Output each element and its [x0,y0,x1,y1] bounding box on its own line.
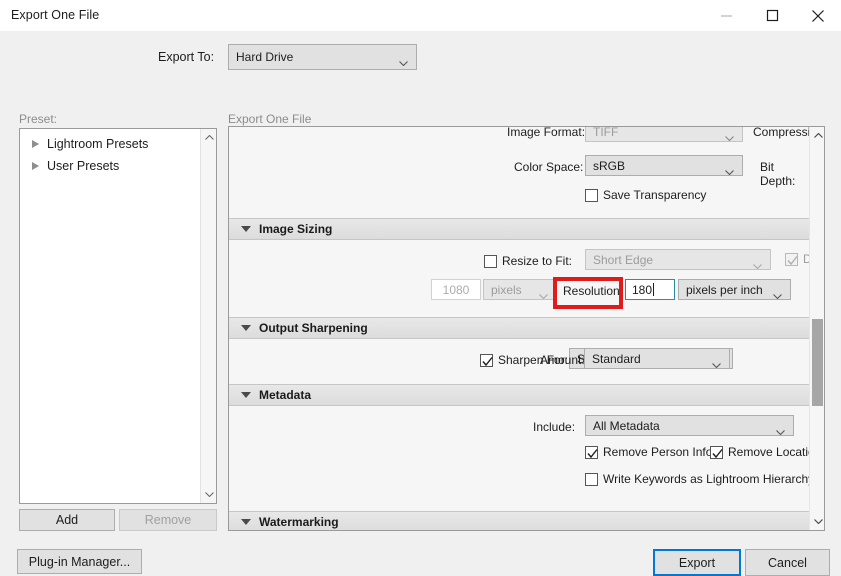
expand-triangle-icon[interactable] [32,162,39,170]
scroll-up-icon[interactable] [201,129,217,146]
checkbox-icon [785,252,798,266]
scroll-down-icon[interactable] [810,513,824,530]
checkbox-icon [585,445,598,459]
chevron-down-icon [725,130,734,141]
remove-person-info-checkbox[interactable]: Remove Person Info [585,445,712,459]
amount-label: Amount: [540,353,585,367]
include-value: All Metadata [593,418,660,433]
minimize-icon [720,9,733,22]
resolution-label: Resolution: [563,284,624,298]
include-dropdown[interactable]: All Metadata [585,415,794,436]
resolution-input[interactable]: 180 [625,279,675,300]
export-dialog: Export To: Hard Drive Preset: Lightroom … [0,31,841,576]
remove-location-info-checkbox[interactable]: Remove Location Info [710,445,824,459]
color-space-label: Color Space: [514,160,584,174]
preset-list[interactable]: Lightroom Presets User Presets [19,128,217,504]
color-space-value: sRGB [593,158,626,173]
size-input[interactable]: 1080 [431,279,481,300]
chevron-down-icon [773,288,782,299]
window-title: Export One File [11,8,100,22]
export-to-value: Hard Drive [236,50,294,64]
image-format-label: Image Format: [507,126,586,139]
panel-caption: Export One File [228,112,312,126]
section-title: Metadata [259,388,312,402]
preset-item-label: User Presets [47,159,120,173]
export-to-dropdown[interactable]: Hard Drive [228,44,417,70]
chevron-down-icon [776,424,785,435]
minimize-button[interactable] [703,0,749,31]
save-transparency-label: Save Transparency [603,188,707,202]
maximize-icon [766,9,779,22]
checkbox-icon [484,254,497,268]
section-title: Watermarking [259,515,339,529]
amount-dropdown[interactable]: Standard [584,348,730,369]
preset-item-label: Lightroom Presets [47,137,149,151]
scroll-down-icon[interactable] [201,486,217,503]
remove-person-info-label: Remove Person Info [603,445,713,459]
bit-depth-label: Bit Depth: [760,160,796,188]
resize-to-fit-checkbox[interactable]: Resize to Fit: [484,254,572,268]
image-format-value: TIFF [593,126,619,139]
amount-value: Standard [592,351,641,366]
checkbox-icon [585,472,598,486]
image-format-dropdown[interactable]: TIFF [585,126,743,142]
resize-to-fit-label: Resize to Fit: [502,254,573,268]
resolution-unit-dropdown[interactable]: pixels per inch [678,279,791,300]
export-settings-scroll-content: Image Format: TIFF Compression: None Col… [229,126,824,530]
window-controls [703,0,841,31]
close-icon [811,9,825,23]
plugin-manager-button[interactable]: Plug-in Manager... [17,549,142,574]
text-caret [653,283,655,296]
size-unit-dropdown[interactable]: pixels [483,279,557,300]
section-header-output-sharpening[interactable]: Output Sharpening [229,317,810,339]
collapse-triangle-icon[interactable] [241,325,251,331]
scroll-up-icon[interactable] [810,127,824,144]
chevron-down-icon [753,258,762,269]
section-header-metadata[interactable]: Metadata [229,384,810,406]
checkbox-icon [585,188,598,202]
size-value: 1080 [442,282,470,297]
collapse-triangle-icon[interactable] [241,519,251,525]
resize-mode-value: Short Edge [593,252,654,267]
export-to-label: Export To: [158,50,215,64]
scrollbar-thumb[interactable] [812,319,823,406]
preset-label: Preset: [19,112,58,126]
size-unit-value: pixels [491,282,522,297]
export-button[interactable]: Export [653,549,741,576]
chevron-down-icon [539,288,548,299]
resolution-value: 180 [632,282,653,297]
save-transparency-checkbox[interactable]: Save Transparency [585,188,706,202]
collapse-triangle-icon[interactable] [241,392,251,398]
write-keywords-checkbox[interactable]: Write Keywords as Lightroom Hierarchy [585,472,814,486]
chevron-down-icon [399,55,408,67]
color-space-dropdown[interactable]: sRGB [585,155,743,176]
window-title-bar: Export One File [0,0,841,31]
checkbox-icon [710,445,723,459]
section-title: Output Sharpening [259,321,368,335]
remove-preset-button[interactable]: Remove [119,509,217,531]
preset-scrollbar[interactable] [200,129,216,503]
section-header-image-sizing[interactable]: Image Sizing [229,218,810,240]
panel-scrollbar[interactable] [809,127,824,530]
chevron-down-icon [712,357,721,368]
chevron-down-icon [725,164,734,175]
export-settings-panel: Image Format: TIFF Compression: None Col… [228,126,825,531]
cancel-button[interactable]: Cancel [745,549,830,576]
collapse-triangle-icon[interactable] [241,226,251,232]
add-preset-button[interactable]: Add [19,509,115,531]
include-label: Include: [533,420,576,434]
resolution-unit-value: pixels per inch [686,282,763,297]
preset-item-lightroom-presets[interactable]: Lightroom Presets [20,133,216,155]
write-keywords-label: Write Keywords as Lightroom Hierarchy [603,472,815,486]
close-button[interactable] [795,0,841,31]
checkbox-icon [480,353,493,367]
preset-item-user-presets[interactable]: User Presets [20,155,216,177]
section-title: Image Sizing [259,222,333,236]
resize-mode-dropdown[interactable]: Short Edge [585,249,771,270]
maximize-button[interactable] [749,0,795,31]
expand-triangle-icon[interactable] [32,140,39,148]
section-header-watermarking[interactable]: Watermarking [229,511,810,530]
